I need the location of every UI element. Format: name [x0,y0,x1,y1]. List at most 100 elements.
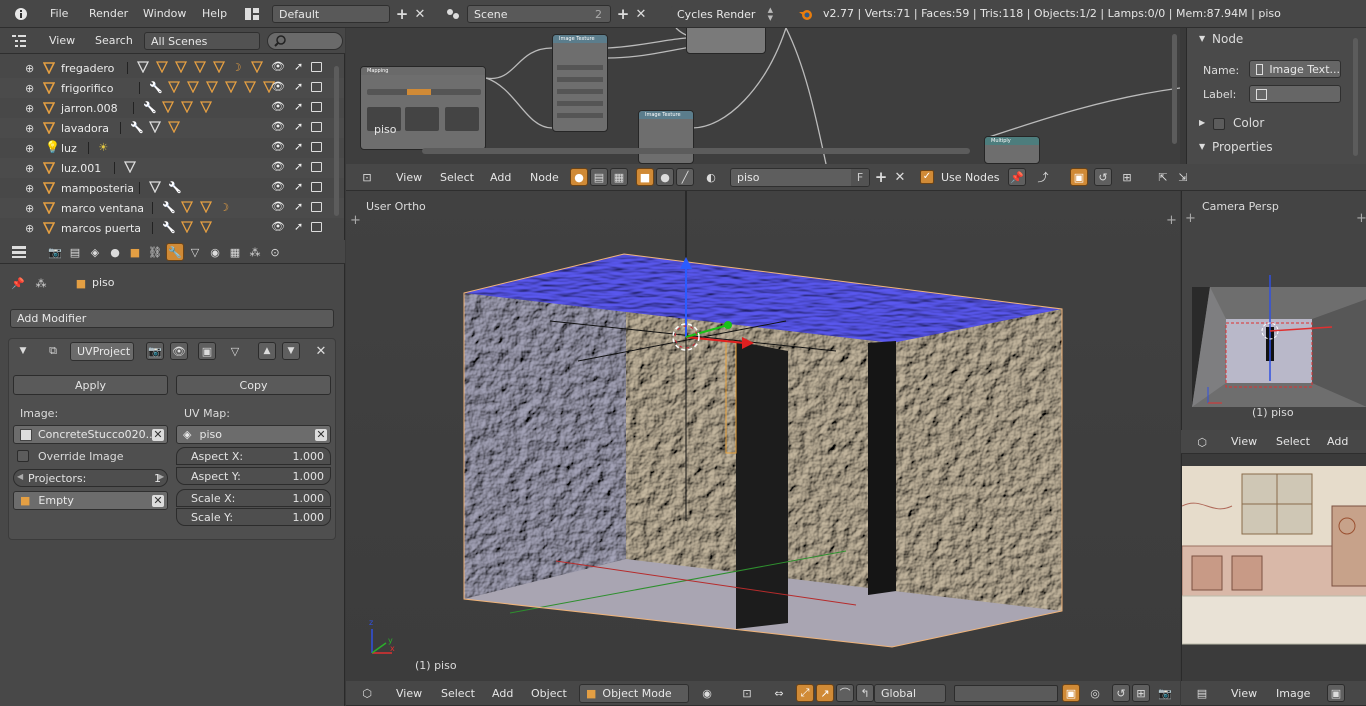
modifier-wrench-icon[interactable]: 🔧 [162,201,176,214]
mesh-data-icon[interactable] [206,81,219,96]
expand-toggle-icon[interactable]: ⊕ [25,222,34,235]
viewport-editor-type-icon[interactable]: ⬡ [358,684,376,702]
proportional-edit-icon[interactable]: ◎ [1086,684,1104,702]
outliner-row[interactable]: ⊕ mamposteria 🔧 👁 ➚ [0,178,344,198]
menu-file[interactable]: File [50,0,68,27]
close-screen-icon[interactable]: ✕ [411,5,429,23]
node-mapping[interactable]: Mapping [360,66,486,150]
layer-buttons[interactable] [954,685,1058,702]
mesh-data-icon[interactable] [168,121,181,136]
node-image-texture-top[interactable] [686,28,766,54]
camera-select-menu[interactable]: Select [1276,430,1310,453]
parent-nodetree-icon[interactable]: ⤴ [1034,168,1052,186]
renderable-camera-icon[interactable] [311,222,322,232]
renderable-camera-icon[interactable] [311,82,322,92]
visibility-eye-icon[interactable]: 👁 [271,100,285,113]
outliner-item-label[interactable]: marco ventana [61,202,144,215]
particles-tab-icon[interactable]: ⁂ [246,243,264,261]
constraints-tab-icon[interactable]: ⛓ [146,243,164,261]
renderable-camera-icon[interactable] [311,62,322,72]
paste-nodes-icon[interactable]: ⇲ [1174,168,1192,186]
clear-projector-icon[interactable]: ✕ [152,494,164,507]
mesh-data-icon[interactable] [199,101,213,116]
outliner-row[interactable]: ⊕ frigorifico 🔧 👁 ➚ [0,78,344,98]
projectors-field[interactable]: Projectors: 1 [13,469,168,487]
compositing-nodes-icon[interactable]: ▤ [590,168,608,186]
viewport-add-menu[interactable]: Add [492,681,513,705]
node-name-field[interactable]: Image Text... [1249,60,1341,78]
linestyle-shader-icon[interactable]: ╱ [676,168,694,186]
3d-viewport[interactable]: z x y User Ortho (1) piso + + [346,191,1180,681]
outliner-row[interactable]: ⊕ jarron.008 🔧 👁 ➚ [0,98,344,118]
orientation-dropdown[interactable]: Global [874,684,946,703]
backdrop-icon[interactable]: ▣ [1070,168,1088,186]
mesh-data-icon[interactable] [187,81,200,96]
properties-editor-icon[interactable] [10,243,28,261]
expand-toggle-icon[interactable]: ⊕ [25,62,34,75]
mesh-data-icon[interactable] [200,221,213,236]
visibility-eye-icon[interactable]: 👁 [271,80,285,93]
clear-uvmap-icon[interactable]: ✕ [315,428,327,441]
camera-add-menu[interactable]: Add [1327,430,1348,453]
viewport-object-menu[interactable]: Object [531,681,567,705]
selectable-cursor-icon[interactable]: ➚ [294,220,303,233]
lock-camera-icon[interactable]: ▣ [1062,684,1080,702]
camera-view-menu[interactable]: View [1231,430,1257,453]
renderable-camera-icon[interactable] [311,202,322,212]
renderable-camera-icon[interactable] [311,162,322,172]
modifiers-tab-icon[interactable]: 🔧 [166,243,184,261]
mesh-data-icon[interactable] [149,121,162,136]
screen-layout-field[interactable]: Default [272,5,390,23]
data-tab-icon[interactable]: ▽ [186,243,204,261]
physics-tab-icon[interactable]: ⊙ [266,243,284,261]
camera-editor-type-icon[interactable]: ⬡ [1193,433,1211,451]
render-layers-tab-icon[interactable]: ▤ [66,243,84,261]
collapse-arrow-icon[interactable]: ▼ [14,342,32,360]
aspect-x-field[interactable]: Aspect X: 1.000 [176,447,331,465]
menu-window[interactable]: Window [143,0,186,27]
mesh-data-icon[interactable] [180,101,194,116]
modifier-wrench-icon[interactable]: 🔧 [130,121,144,134]
lamp-data-icon[interactable]: ☀ [98,141,108,154]
world-shader-icon[interactable]: ● [656,168,674,186]
mesh-data-icon[interactable] [193,61,206,76]
selectable-cursor-icon[interactable]: ➚ [294,100,303,113]
fake-user-toggle[interactable]: F [851,169,869,186]
node-panel-header[interactable]: Node [1212,32,1243,46]
selectable-cursor-icon[interactable]: ➚ [294,140,303,153]
projectors-increment-icon[interactable]: ▶ [158,472,164,481]
node-image-texture-1[interactable]: Image Texture [552,34,608,132]
visibility-eye-icon[interactable]: 👁 [271,160,285,173]
material-tab-icon[interactable]: ◉ [206,243,224,261]
editmode-toggle-icon[interactable]: ▣ [198,342,216,360]
viewport-properties-toggle-icon[interactable]: + [1166,213,1177,228]
mesh-data-icon[interactable] [174,61,187,76]
image-editor-type-icon[interactable]: ▤ [1193,684,1211,702]
outliner-row[interactable]: ⊕ 💡 luz ☀ 👁 ➚ [0,138,344,158]
world-tab-icon[interactable]: ● [106,243,124,261]
texture-tab-icon[interactable]: ▦ [226,243,244,261]
cage-toggle-icon[interactable]: ▽ [226,342,244,360]
visibility-eye-icon[interactable]: 👁 [271,60,285,73]
viewport-shading-icon[interactable]: ◉ [698,684,716,702]
projectors-decrement-icon[interactable]: ◀ [17,472,23,481]
render-toggle-icon[interactable]: 📷 [146,342,164,360]
expand-toggle-icon[interactable]: ⊕ [25,162,34,175]
renderable-camera-icon[interactable] [311,122,322,132]
viewport-toggle-icon[interactable]: 👁 [170,342,188,360]
outliner-view-menu[interactable]: View [49,28,75,53]
pin-icon[interactable]: 📌 [9,274,27,292]
renderable-camera-icon[interactable] [311,142,322,152]
visibility-eye-icon[interactable]: 👁 [271,140,285,153]
use-nodes-checkbox[interactable]: ✓ [920,170,934,184]
node-sidebar-scrollbar[interactable] [1353,38,1358,156]
rotate-manipulator-icon[interactable]: ↗ [816,684,834,702]
projector-object-field[interactable]: ■ Empty ✕ [13,491,168,510]
scale-x-field[interactable]: Scale X: 1.000 [176,489,331,507]
pivot-point-icon[interactable]: ⊡ [738,684,756,702]
uvmap-field[interactable]: ◈ piso ✕ [176,425,331,444]
outliner-row[interactable]: ⊕ fregadero ☽ 👁 ➚ [0,58,344,78]
image-image-menu[interactable]: Image [1276,681,1310,705]
shader-nodes-icon[interactable]: ● [570,168,588,186]
expand-toggle-icon[interactable]: ⊕ [25,122,34,135]
